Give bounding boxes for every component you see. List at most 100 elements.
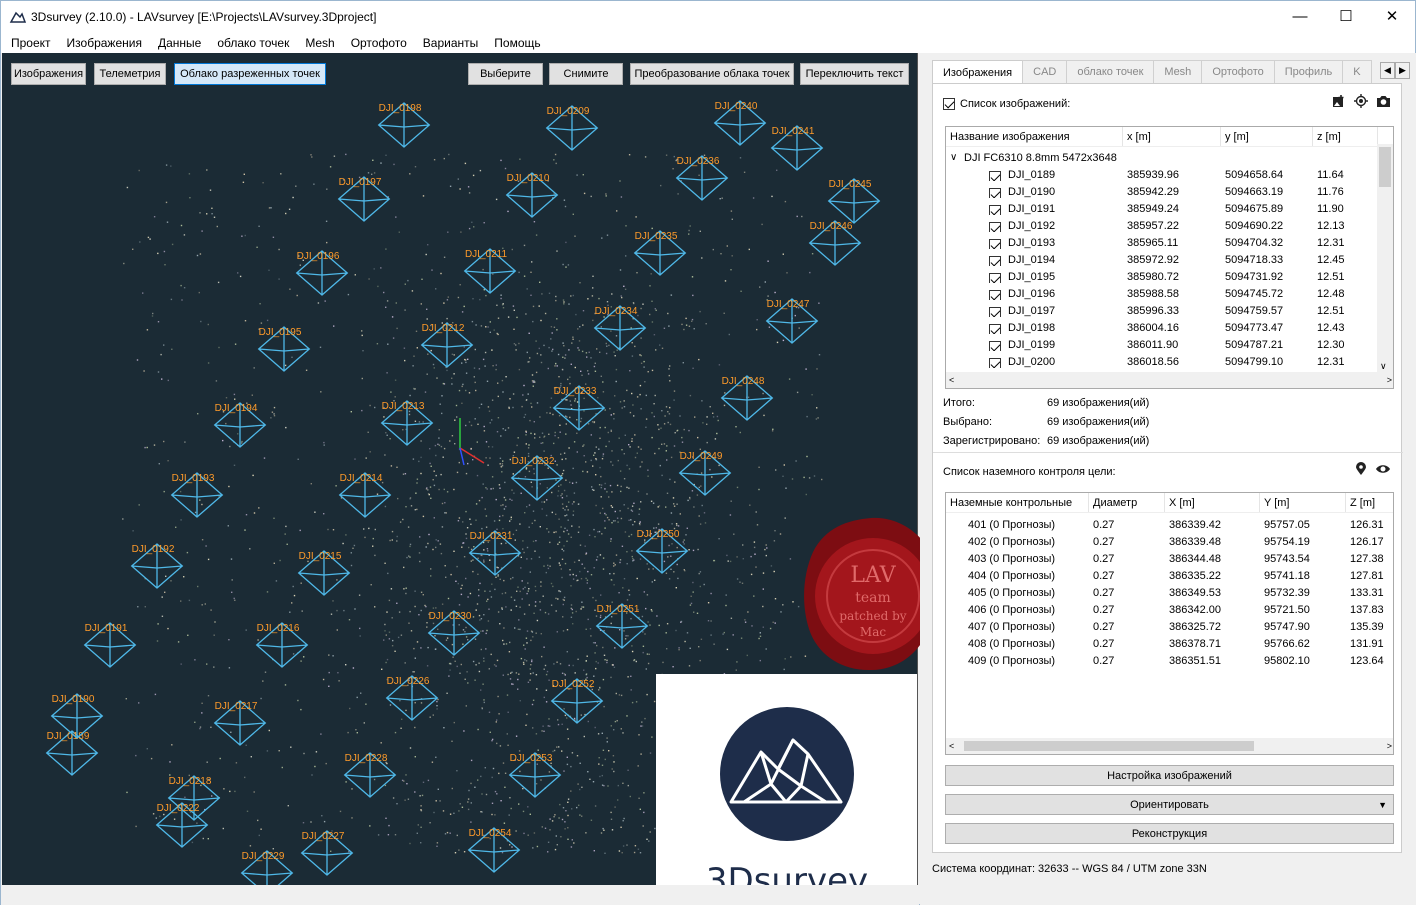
gcp-row[interactable]: 403 (0 Прогнозы) 0.27 386344.48 95743.54 127… bbox=[946, 550, 1391, 567]
select-button[interactable]: Выберите bbox=[468, 63, 543, 85]
col-diameter[interactable]: Диаметр bbox=[1089, 493, 1165, 512]
menu-help[interactable]: Помощь bbox=[486, 33, 548, 53]
image-row-checkbox[interactable] bbox=[989, 187, 1001, 198]
maximize-button[interactable]: ☐ bbox=[1323, 1, 1369, 31]
col-z[interactable]: z [m] bbox=[1313, 127, 1378, 146]
col-x[interactable]: x [m] bbox=[1123, 127, 1221, 146]
tab-point-cloud[interactable]: облако точек bbox=[1066, 60, 1155, 83]
image-row-checkbox[interactable] bbox=[989, 221, 1001, 232]
image-settings-button[interactable]: Настройка изображений bbox=[945, 765, 1394, 786]
menu-mesh[interactable]: Mesh bbox=[297, 33, 342, 53]
gcp-row[interactable]: 404 (0 Прогнозы) 0.27 386335.22 95741.18 127… bbox=[946, 567, 1391, 584]
scroll-right-icon[interactable]: > bbox=[1387, 375, 1392, 385]
gcp-z: 127.38 bbox=[1350, 552, 1384, 565]
toggle-sparse-cloud-button[interactable]: Облако разреженных точек bbox=[174, 63, 326, 85]
image-row-checkbox[interactable] bbox=[989, 204, 1001, 215]
image-row-checkbox[interactable] bbox=[989, 357, 1001, 368]
toggle-telemetry-button[interactable]: Телеметрия bbox=[94, 63, 166, 85]
3d-viewport[interactable]: DJI_0189 DJI_0190 DJI_0191 DJI_0192 DJI_0193… bbox=[2, 53, 918, 885]
image-row[interactable]: DJI_0197 385996.33 5094759.57 12.51 bbox=[946, 302, 1373, 319]
gcp-row[interactable]: 407 (0 Прогнозы) 0.27 386325.72 95747.90 135… bbox=[946, 618, 1391, 635]
image-row-checkbox[interactable] bbox=[989, 306, 1001, 317]
image-row[interactable]: DJI_0195 385980.72 5094731.92 12.51 bbox=[946, 268, 1373, 285]
dropdown-arrow-icon[interactable]: ▼ bbox=[1378, 800, 1387, 810]
image-x: 385996.33 bbox=[1127, 304, 1179, 317]
close-button[interactable]: ✕ bbox=[1369, 1, 1415, 31]
image-row[interactable]: DJI_0190 385942.29 5094663.19 11.76 bbox=[946, 183, 1373, 200]
image-row-checkbox[interactable] bbox=[989, 340, 1001, 351]
gcp-name: 404 (0 Прогнозы) bbox=[968, 569, 1056, 582]
deselect-button[interactable]: Снимите bbox=[549, 63, 623, 85]
expand-arrow-icon[interactable]: ∨ bbox=[950, 152, 964, 163]
camera-label: DJI_0217 bbox=[215, 701, 258, 712]
camera-group-label: DJI FC6310 8.8mm 5472x3648 bbox=[964, 151, 1117, 164]
image-row-checkbox[interactable] bbox=[989, 170, 1001, 181]
tab-images[interactable]: Изображения bbox=[932, 60, 1024, 83]
gcp-row[interactable]: 402 (0 Прогнозы) 0.27 386339.48 95754.19 126… bbox=[946, 533, 1391, 550]
tab-mesh[interactable]: Mesh bbox=[1153, 60, 1203, 83]
image-table-hscrollbar[interactable]: < > bbox=[946, 372, 1393, 388]
image-row-checkbox[interactable] bbox=[989, 323, 1001, 334]
image-row[interactable]: DJI_0196 385988.58 5094745.72 12.48 bbox=[946, 285, 1373, 302]
camera-icon[interactable] bbox=[1376, 94, 1391, 108]
gcp-table-hscrollbar[interactable]: < > bbox=[946, 738, 1393, 754]
col-y[interactable]: y [m] bbox=[1221, 127, 1313, 146]
menu-project[interactable]: Проект bbox=[3, 33, 59, 53]
gcp-row[interactable]: 408 (0 Прогнозы) 0.27 386378.71 95766.62 131… bbox=[946, 635, 1391, 652]
image-z: 12.51 bbox=[1317, 270, 1345, 283]
col-gcp-z[interactable]: Z [m] bbox=[1346, 493, 1393, 512]
col-gcp-x[interactable]: X [m] bbox=[1165, 493, 1260, 512]
tab-k[interactable]: K bbox=[1342, 60, 1372, 83]
image-row-checkbox[interactable] bbox=[989, 238, 1001, 249]
gcp-marker-icon[interactable] bbox=[1355, 462, 1367, 476]
image-row-checkbox[interactable] bbox=[989, 289, 1001, 300]
image-row[interactable]: DJI_0200 386018.56 5094799.10 12.31 bbox=[946, 353, 1373, 370]
menu-orthophoto[interactable]: Ортофото bbox=[343, 33, 415, 53]
image-row[interactable]: DJI_0193 385965.11 5094704.32 12.31 bbox=[946, 234, 1373, 251]
image-table-vscrollbar[interactable]: ∨ bbox=[1377, 144, 1393, 372]
gcp-scroll-left-icon[interactable]: < bbox=[949, 741, 954, 751]
tab-scroll-right-icon[interactable]: ▶ bbox=[1395, 62, 1410, 79]
gcp-row[interactable]: 405 (0 Прогнозы) 0.27 386349.53 95732.39 133… bbox=[946, 584, 1391, 601]
orient-button[interactable]: Ориентировать ▼ bbox=[945, 794, 1394, 815]
menu-options[interactable]: Варианты bbox=[415, 33, 486, 53]
menu-point-cloud[interactable]: облако точек bbox=[209, 33, 297, 53]
gcp-x: 386325.72 bbox=[1169, 620, 1221, 633]
gcp-name: 405 (0 Прогнозы) bbox=[968, 586, 1056, 599]
menu-data[interactable]: Данные bbox=[150, 33, 209, 53]
visibility-eye-icon[interactable] bbox=[1375, 462, 1391, 476]
transform-cloud-button[interactable]: Преобразование облака точек bbox=[630, 63, 794, 85]
col-image-name[interactable]: Название изображения bbox=[946, 127, 1123, 146]
tab-orthophoto[interactable]: Ортофото bbox=[1201, 60, 1275, 83]
title-bar[interactable]: 3Dsurvey (2.10.0) - LAVsurvey [E:\Projec… bbox=[1, 1, 1415, 32]
scroll-down-icon[interactable]: ∨ bbox=[1380, 361, 1387, 372]
gcp-scroll-right-icon[interactable]: > bbox=[1387, 741, 1392, 751]
tab-scroll-left-icon[interactable]: ◀ bbox=[1380, 62, 1395, 79]
image-row[interactable]: DJI_0194 385972.92 5094718.33 12.45 bbox=[946, 251, 1373, 268]
image-row-checkbox[interactable] bbox=[989, 272, 1001, 283]
tab-profile[interactable]: Профиль bbox=[1273, 60, 1344, 83]
menu-images[interactable]: Изображения bbox=[59, 33, 150, 53]
image-row[interactable]: DJI_0189 385939.96 5094658.64 11.64 bbox=[946, 166, 1373, 183]
reconstruct-button[interactable]: Реконструкция bbox=[945, 823, 1394, 844]
add-image-icon[interactable] bbox=[1332, 94, 1346, 108]
gcp-row[interactable]: 409 (0 Прогнозы) 0.27 386351.51 95802.10 123… bbox=[946, 652, 1391, 669]
image-row[interactable]: DJI_0192 385957.22 5094690.22 12.13 bbox=[946, 217, 1373, 234]
locate-icon[interactable] bbox=[1354, 94, 1368, 108]
camera-group-row[interactable]: ∨ DJI FC6310 8.8mm 5472x3648 bbox=[950, 149, 1117, 166]
tab-cad[interactable]: CAD bbox=[1022, 60, 1068, 83]
gcp-row[interactable]: 406 (0 Прогнозы) 0.27 386342.00 95721.50 137… bbox=[946, 601, 1391, 618]
toggle-images-button[interactable]: Изображения bbox=[11, 63, 86, 85]
scroll-left-icon[interactable]: < bbox=[949, 375, 954, 385]
gcp-y: 95757.05 bbox=[1264, 518, 1310, 531]
image-row[interactable]: DJI_0199 386011.90 5094787.21 12.30 bbox=[946, 336, 1373, 353]
gcp-row[interactable]: 401 (0 Прогнозы) 0.27 386339.42 95757.05 126… bbox=[946, 516, 1391, 533]
toggle-text-button[interactable]: Переключить текст bbox=[800, 63, 909, 85]
image-row[interactable]: DJI_0198 386004.16 5094773.47 12.43 bbox=[946, 319, 1373, 336]
image-list-checkbox[interactable] bbox=[943, 98, 955, 110]
col-gcp-y[interactable]: Y [m] bbox=[1260, 493, 1346, 512]
minimize-button[interactable]: — bbox=[1277, 1, 1323, 31]
col-gcp-name[interactable]: Наземные контрольные bbox=[946, 493, 1089, 512]
image-row-checkbox[interactable] bbox=[989, 255, 1001, 266]
image-row[interactable]: DJI_0191 385949.24 5094675.89 11.90 bbox=[946, 200, 1373, 217]
